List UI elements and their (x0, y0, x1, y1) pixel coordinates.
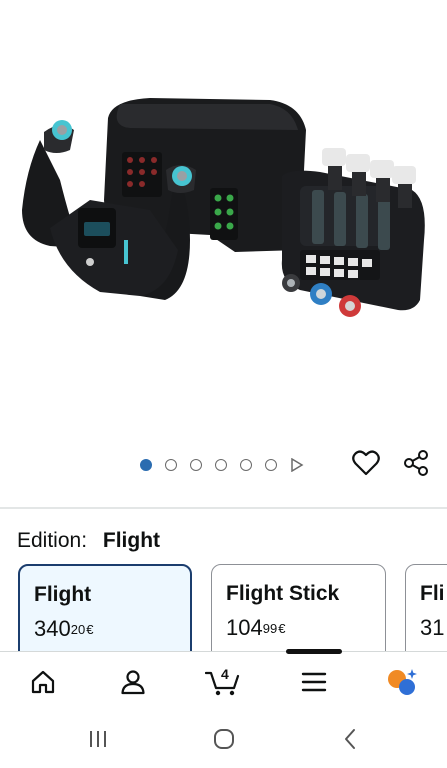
price-whole: 31 (420, 615, 445, 640)
carousel-dot[interactable] (215, 459, 227, 471)
active-tab-indicator (286, 649, 342, 654)
account-icon[interactable] (115, 666, 151, 698)
price-whole: 340 (34, 616, 71, 641)
assistant-icon[interactable] (384, 666, 420, 698)
price-fraction: 20 (70, 622, 86, 637)
option-price: 31 (420, 615, 447, 644)
home-icon[interactable] (25, 666, 61, 698)
option-card-partial[interactable]: Fli 31 (405, 564, 447, 652)
bottom-navigation: 4 (0, 649, 447, 711)
cart-count-badge: 4 (221, 666, 229, 682)
flight-yoke-throttle-image (22, 98, 425, 317)
heart-icon[interactable] (351, 448, 381, 478)
share-icon[interactable] (401, 448, 431, 478)
option-price: 10499€ (226, 615, 371, 644)
back-icon[interactable] (338, 727, 362, 751)
carousel-dot[interactable] (190, 459, 202, 471)
menu-icon[interactable] (296, 666, 332, 698)
carousel-dot[interactable] (165, 459, 177, 471)
edition-value: Flight (102, 529, 161, 552)
option-name: Flight (34, 583, 92, 606)
home-circle-icon[interactable] (212, 727, 236, 751)
option-name: Fli (420, 582, 445, 605)
image-carousel-controls (0, 444, 447, 484)
section-divider (0, 507, 447, 509)
carousel-dot[interactable] (240, 459, 252, 471)
carousel-dot[interactable] (265, 459, 277, 471)
edition-label: Edition: (17, 529, 88, 552)
edition-heading: Edition: Flight (17, 528, 160, 554)
price-currency: € (278, 621, 286, 636)
edition-options: Flight 34020€ Flight Stick 10499€ Fli 31 (18, 564, 447, 652)
product-image[interactable] (0, 0, 447, 440)
carousel-dots (140, 458, 304, 472)
option-price: 34020€ (34, 616, 176, 645)
option-card-flight-stick[interactable]: Flight Stick 10499€ (211, 564, 386, 652)
cart-icon[interactable]: 4 (203, 666, 243, 698)
option-card-flight[interactable]: Flight 34020€ (18, 564, 192, 652)
price-fraction: 99 (262, 621, 278, 636)
price-whole: 104 (226, 615, 263, 640)
system-navigation-bar (0, 711, 447, 768)
recents-icon[interactable] (86, 727, 110, 751)
play-icon[interactable] (290, 458, 304, 472)
option-name: Flight Stick (226, 582, 340, 605)
carousel-dot[interactable] (140, 459, 152, 471)
price-currency: € (86, 622, 94, 637)
